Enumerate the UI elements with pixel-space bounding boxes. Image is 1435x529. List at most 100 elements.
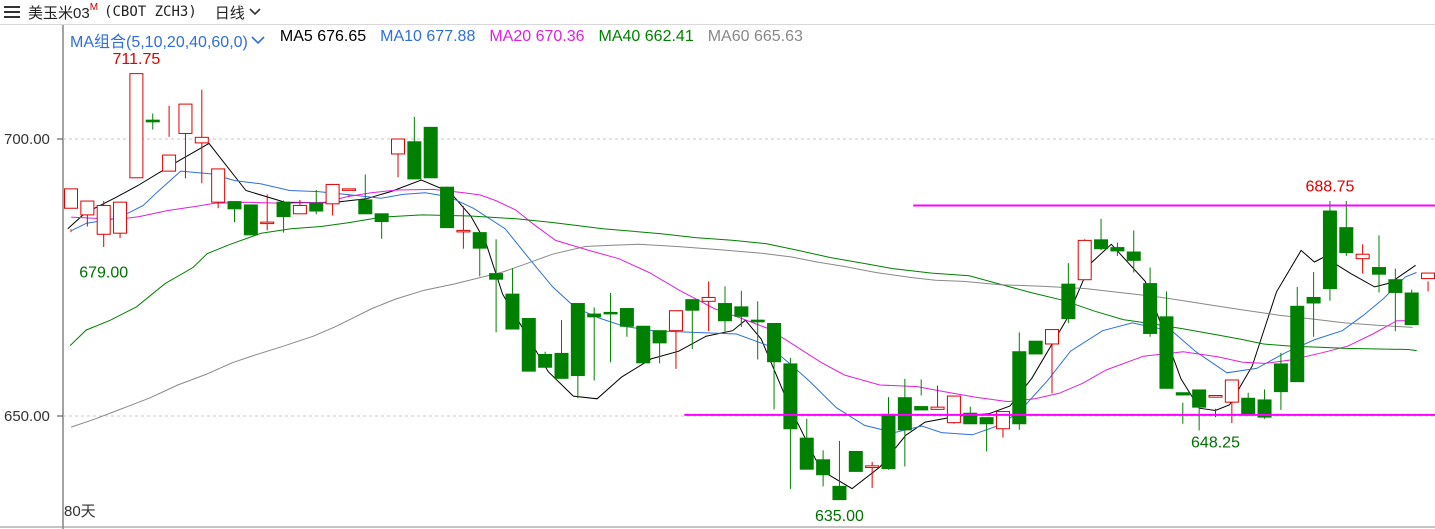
candle-body [178,103,193,134]
price-annotation: 679.00 [79,264,128,281]
candle [652,330,667,364]
candle [783,357,798,490]
candlestick-chart[interactable]: 650.00 700.00 711.75 679.00 635.00 688.75 648… [0,0,1435,529]
period-selector[interactable]: 日线 [215,2,262,23]
candle [587,307,602,381]
ma60-line [70,243,1413,428]
instrument-code: (CBOT ZCH3) [104,4,197,20]
candle-body [685,299,700,311]
candle [1306,271,1321,337]
candle-body [1028,340,1043,355]
candle [472,232,487,277]
candle [1355,244,1370,274]
y-tick-label: 650.00 [4,408,50,425]
candle-body [1159,316,1174,389]
candle [1322,201,1337,301]
candle [734,290,749,327]
candle-body [64,188,78,209]
ma10-legend: MA10 677.88 [380,28,476,45]
candle [521,317,536,372]
ma5-line [67,142,1416,490]
candle-body [995,411,1010,430]
candle-body [1355,253,1370,260]
candle-body [505,293,520,330]
ma40-legend: MA40 662.41 [598,28,694,45]
candle [325,183,340,216]
candle [407,116,422,180]
candle [799,418,814,470]
trend-lines [684,204,1435,416]
candle [1208,395,1223,418]
candle [1126,230,1141,273]
candle [1404,289,1419,326]
candle [276,200,291,233]
candle [489,239,504,333]
candle [930,385,945,410]
ma-group-selector[interactable]: MA组合(5,10,20,40,60,0) [70,28,266,52]
candle-body [227,201,242,210]
candle-body [276,201,291,218]
ma40-line [69,214,1417,352]
candle-body [113,201,128,234]
candle-body [816,459,831,476]
candle [194,89,209,184]
period-label: 日线 [214,4,245,22]
candle [1192,389,1207,431]
chevron-down-icon [249,8,261,16]
price-annotation: 711.75 [113,51,161,68]
candle-body [243,204,258,236]
candle [1290,286,1305,383]
candle [767,322,782,410]
candle-body [1077,239,1092,281]
candle-body [309,202,324,212]
candle [423,126,438,179]
candle [358,174,373,215]
candle [1094,218,1109,251]
candle-body [1421,272,1435,280]
candle [1257,389,1272,419]
candle [1388,268,1403,332]
candle [113,201,128,239]
candle-body [897,397,912,431]
candle [554,320,569,379]
candle-body [652,330,667,344]
market-superscript: M [89,1,99,13]
candle-body [701,296,716,302]
candle-body [587,313,602,318]
candle [374,213,389,239]
grid-lines: 650.00 700.00 [4,131,1435,425]
candle-body [1208,395,1223,398]
candle [129,73,144,179]
days-label: 80天 [64,503,96,520]
candle [1110,242,1125,256]
candle-body [129,73,144,179]
candle [668,310,683,369]
candle-body [865,465,880,469]
annotations: 711.75 679.00 635.00 688.75 648.25 [79,51,1354,525]
candle [816,450,831,487]
candle-body [750,319,765,323]
candle-body [570,303,585,377]
candle-body [1339,227,1354,254]
candle-body [914,406,929,411]
candle-body [1257,399,1272,418]
candle-body [1224,379,1239,403]
candle [897,378,912,467]
candles [64,73,1435,501]
candle-body [636,325,651,364]
ma-group-label: MA组合(5,10,20,40,60,0) [70,34,248,51]
candle-body [162,154,177,172]
candle-body [603,311,618,315]
candle [1421,272,1435,292]
candle [456,206,471,249]
candle [538,351,553,368]
candle-body [423,126,438,179]
menu-icon[interactable] [4,6,20,18]
ma5-legend: MA5 676.65 [279,28,367,45]
candle-body [1012,351,1027,425]
candle-body [1126,251,1141,261]
price-annotation: 688.75 [1305,178,1354,195]
candle-body [668,310,683,332]
candle-body [1388,279,1403,293]
candle [1273,352,1288,410]
